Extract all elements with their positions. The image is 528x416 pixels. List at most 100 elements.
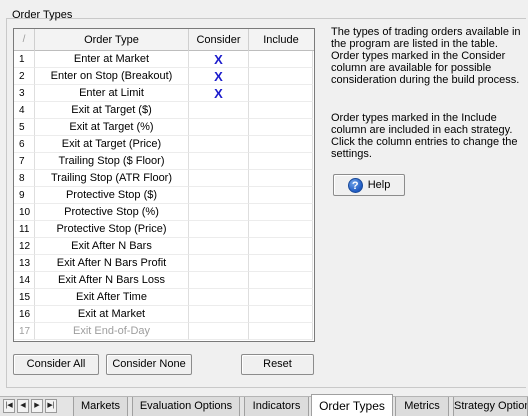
help-icon: ? — [347, 177, 363, 193]
consider-cell[interactable] — [189, 221, 249, 238]
row-number: 1 — [14, 51, 35, 68]
row-number: 9 — [14, 187, 35, 204]
table-row: 2 Enter on Stop (Breakout) X — [14, 68, 314, 85]
row-number: 10 — [14, 204, 35, 221]
row-number: 4 — [14, 102, 35, 119]
table-row: 4 Exit at Target ($) — [14, 102, 314, 119]
table-row: 11 Protective Stop (Price) — [14, 221, 314, 238]
row-number: 11 — [14, 221, 35, 238]
consider-cell[interactable] — [189, 204, 249, 221]
first-tab-icon[interactable]: |◀ — [3, 399, 15, 413]
column-header-include[interactable]: Include — [249, 29, 313, 51]
consider-cell[interactable] — [189, 136, 249, 153]
consider-cell[interactable] — [189, 255, 249, 272]
order-type-cell: Exit After N Bars Profit — [35, 255, 189, 272]
tab-strip: |◀ ◀ ▶ ▶| Markets Evaluation Options Ind… — [0, 394, 528, 416]
table-row: 15 Exit After Time — [14, 289, 314, 306]
order-type-cell: Exit at Target ($) — [35, 102, 189, 119]
consider-none-button[interactable]: Consider None — [106, 354, 192, 375]
include-cell[interactable] — [249, 136, 313, 153]
include-cell[interactable] — [249, 255, 313, 272]
row-number: 2 — [14, 68, 35, 85]
tab-order-types[interactable]: Order Types — [311, 394, 393, 416]
column-header-consider[interactable]: Consider — [189, 29, 249, 51]
include-cell[interactable] — [249, 221, 313, 238]
row-number: 3 — [14, 85, 35, 102]
table-row: 8 Trailing Stop (ATR Floor) — [14, 170, 314, 187]
next-tab-icon[interactable]: ▶ — [31, 399, 43, 413]
consider-cell[interactable] — [189, 187, 249, 204]
select-all-corner[interactable]: / — [14, 29, 35, 51]
order-type-cell: Enter on Stop (Breakout) — [35, 68, 189, 85]
order-type-cell: Exit After Time — [35, 289, 189, 306]
table-row: 5 Exit at Target (%) — [14, 119, 314, 136]
consider-cell[interactable]: X — [189, 51, 249, 68]
table-row: 16 Exit at Market — [14, 306, 314, 323]
prev-tab-icon[interactable]: ◀ — [17, 399, 29, 413]
column-header-order-type[interactable]: Order Type — [35, 29, 189, 51]
table-body: 1 Enter at Market X 2 Enter on Stop (Breakou… — [14, 51, 314, 340]
consider-cell[interactable] — [189, 170, 249, 187]
order-type-cell: Protective Stop ($) — [35, 187, 189, 204]
include-cell[interactable] — [249, 187, 313, 204]
tab-indicators[interactable]: Indicators — [244, 397, 309, 416]
table-row: 17 Exit End-of-Day — [14, 323, 314, 340]
include-cell[interactable] — [249, 51, 313, 68]
row-number: 17 — [14, 323, 35, 340]
table-row: 1 Enter at Market X — [14, 51, 314, 68]
include-cell[interactable] — [249, 68, 313, 85]
reset-button[interactable]: Reset — [241, 354, 314, 375]
table-row: 3 Enter at Limit X — [14, 85, 314, 102]
include-cell[interactable] — [249, 323, 313, 340]
consider-cell[interactable] — [189, 272, 249, 289]
table-row: 6 Exit at Target (Price) — [14, 136, 314, 153]
consider-all-button[interactable]: Consider All — [13, 354, 99, 375]
order-type-cell: Exit End-of-Day — [35, 323, 189, 340]
consider-cell[interactable] — [189, 153, 249, 170]
include-cell[interactable] — [249, 170, 313, 187]
include-cell[interactable] — [249, 204, 313, 221]
order-type-cell: Exit at Target (%) — [35, 119, 189, 136]
help-button-label: Help — [367, 179, 391, 191]
include-cell[interactable] — [249, 306, 313, 323]
tab-metrics[interactable]: Metrics — [395, 397, 449, 416]
tab-evaluation-options[interactable]: Evaluation Options — [132, 397, 240, 416]
row-number: 14 — [14, 272, 35, 289]
include-cell[interactable] — [249, 153, 313, 170]
order-type-cell: Exit After N Bars Loss — [35, 272, 189, 289]
row-number: 16 — [14, 306, 35, 323]
include-cell[interactable] — [249, 289, 313, 306]
order-type-cell: Protective Stop (%) — [35, 204, 189, 221]
group-title: Order Types — [12, 9, 73, 21]
order-type-cell: Enter at Market — [35, 51, 189, 68]
description-paragraph-2: Order types marked in the Include column… — [331, 112, 518, 160]
order-type-cell: Exit at Target (Price) — [35, 136, 189, 153]
order-type-cell: Trailing Stop ($ Floor) — [35, 153, 189, 170]
include-cell[interactable] — [249, 272, 313, 289]
help-button[interactable]: ? Help — [333, 174, 405, 196]
tab-markets[interactable]: Markets — [73, 397, 128, 416]
table-row: 7 Trailing Stop ($ Floor) — [14, 153, 314, 170]
consider-cell[interactable]: X — [189, 85, 249, 102]
row-number: 13 — [14, 255, 35, 272]
consider-cell[interactable]: X — [189, 68, 249, 85]
consider-cell[interactable] — [189, 323, 249, 340]
order-type-cell: Exit at Market — [35, 306, 189, 323]
consider-cell[interactable] — [189, 289, 249, 306]
include-cell[interactable] — [249, 238, 313, 255]
include-cell[interactable] — [249, 85, 313, 102]
table-row: 10 Protective Stop (%) — [14, 204, 314, 221]
row-number: 5 — [14, 119, 35, 136]
consider-cell[interactable] — [189, 306, 249, 323]
row-number: 7 — [14, 153, 35, 170]
include-cell[interactable] — [249, 102, 313, 119]
order-type-cell: Protective Stop (Price) — [35, 221, 189, 238]
description-paragraph-1: The types of trading orders available in… — [331, 26, 521, 86]
consider-cell[interactable] — [189, 119, 249, 136]
last-tab-icon[interactable]: ▶| — [45, 399, 57, 413]
table-header: / Order Type Consider Include — [14, 29, 314, 51]
consider-cell[interactable] — [189, 238, 249, 255]
tab-strategy-options[interactable]: Strategy Options — [453, 397, 528, 416]
consider-cell[interactable] — [189, 102, 249, 119]
include-cell[interactable] — [249, 119, 313, 136]
